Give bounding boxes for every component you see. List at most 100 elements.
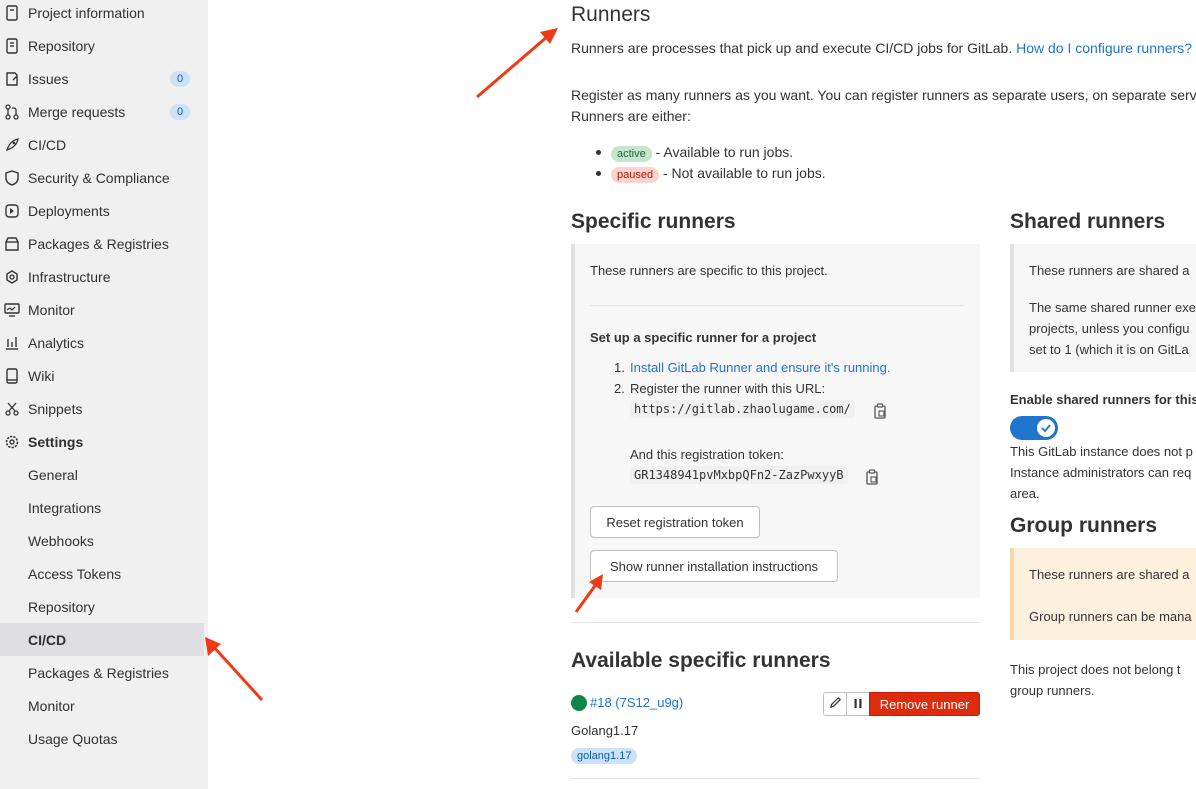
rocket-icon: [4, 137, 20, 153]
shared-note-1: This GitLab instance does not p: [1010, 444, 1193, 459]
arrow-to-runners-title: [476, 28, 558, 99]
sidebar-item-label: Wiki: [28, 367, 55, 384]
sidebar-item-label: Security & Compliance: [28, 169, 170, 186]
sidebar-item-label: Issues: [28, 70, 69, 87]
merge-icon: [4, 103, 20, 120]
sidebar-item-label: CI/CD: [28, 136, 67, 153]
sidebar: Project information Repository Issues 0 …: [0, 0, 208, 789]
registration-url: https://gitlab.zhaolugame.com/: [630, 400, 855, 418]
group-note-1: This project does not belong t: [1010, 662, 1181, 677]
status-paused-item: paused - Not available to run jobs.: [611, 163, 826, 183]
status-active-desc: - Available to run jobs.: [655, 144, 794, 160]
sidebar-item-cicd[interactable]: CI/CD: [0, 128, 208, 161]
info-icon: [4, 4, 20, 21]
install-runner-link[interactable]: Install GitLab Runner and ensure it's ru…: [630, 358, 890, 378]
sidebar-item-label: Infrastructure: [28, 268, 111, 285]
package-icon: [4, 236, 20, 252]
group-note-2: group runners.: [1010, 683, 1095, 698]
sidebar-item-merge-requests[interactable]: Merge requests 0: [0, 95, 208, 128]
sidebar-item-project-information[interactable]: Project information: [0, 0, 208, 29]
shared-p1: These runners are shared a: [1029, 263, 1190, 278]
shared-note-2: Instance administrators can req: [1010, 465, 1192, 480]
book-icon: [4, 367, 20, 384]
specific-desc: These runners are specific to this proje…: [590, 263, 828, 278]
step-2-text: Register the runner with this URL:: [630, 381, 826, 396]
registration-token-code: GR1348941pvMxbpQFn2-ZazPwxyyB: [630, 466, 848, 484]
shared-runners-heading: Shared runners: [1010, 210, 1166, 233]
runners-intro: Runners are processes that pick up and e…: [571, 38, 1192, 58]
sidebar-item-infrastructure[interactable]: Infrastructure: [0, 260, 208, 293]
sidebar-item-label: Merge requests: [28, 103, 126, 120]
sidebar-item-settings[interactable]: Settings: [0, 425, 208, 458]
runners-intro-text: Runners are processes that pick up and e…: [571, 40, 1013, 56]
settings-sub-monitor[interactable]: Monitor: [0, 689, 204, 722]
sidebar-item-snippets[interactable]: Snippets: [0, 392, 208, 425]
sidebar-item-label: Repository: [28, 37, 95, 54]
sidebar-item-wiki[interactable]: Wiki: [0, 359, 208, 392]
arrow-to-cicd-sub: [205, 637, 264, 702]
sidebar-item-issues[interactable]: Issues 0: [0, 62, 208, 95]
sidebar-item-label: Settings: [28, 433, 84, 450]
settings-sub-general[interactable]: General: [0, 458, 204, 491]
settings-sub-webhooks[interactable]: Webhooks: [0, 524, 204, 557]
sidebar-item-monitor[interactable]: Monitor: [0, 293, 208, 326]
settings-sub-packages[interactable]: Packages & Registries: [0, 656, 204, 689]
settings-sub-repository[interactable]: Repository: [0, 590, 204, 623]
sidebar-item-label: Analytics: [28, 334, 85, 351]
step-1-number: 1.: [614, 360, 625, 375]
register-text-1: Register as many runners as you want. Yo…: [571, 87, 1196, 103]
status-paused-desc: - Not available to run jobs.: [662, 165, 826, 181]
edit-runner-button[interactable]: [823, 692, 847, 716]
settings-sub-access-tokens[interactable]: Access Tokens: [0, 557, 204, 590]
reset-token-button[interactable]: Reset registration token: [590, 506, 760, 538]
issues-icon: [4, 71, 20, 87]
pause-icon: [853, 696, 863, 712]
group-runners-heading: Group runners: [1010, 514, 1158, 537]
runner-online-status-icon: [571, 695, 587, 711]
copy-url-icon[interactable]: [873, 403, 887, 424]
deploy-icon: [4, 203, 20, 219]
scissors-icon: [4, 401, 20, 417]
sidebar-item-label: Packages & Registries: [28, 235, 169, 252]
bullet: [596, 171, 601, 176]
settings-sub-usage-quotas[interactable]: Usage Quotas: [0, 722, 204, 755]
pause-runner-button[interactable]: [846, 692, 870, 716]
sidebar-item-label: Monitor: [28, 301, 75, 318]
shield-icon: [4, 169, 20, 186]
settings-sub-integrations[interactable]: Integrations: [0, 491, 204, 524]
sidebar-item-label: Snippets: [28, 400, 83, 417]
show-instructions-button[interactable]: Show runner installation instructions: [590, 550, 838, 582]
enable-shared-runners-toggle[interactable]: [1010, 416, 1058, 440]
divider: [571, 778, 980, 779]
specific-runners-panel: [571, 244, 980, 598]
shared-p2b: projects, unless you configu: [1029, 321, 1190, 336]
settings-sub-cicd[interactable]: CI/CD: [0, 623, 204, 656]
shared-p2c: set to 1 (which it is on GitLa: [1029, 342, 1189, 357]
sidebar-item-repository[interactable]: Repository: [0, 29, 208, 62]
bullet: [596, 150, 601, 155]
sidebar-item-packages[interactable]: Packages & Registries: [0, 227, 208, 260]
sidebar-item-label: Project information: [28, 4, 145, 21]
configure-runners-link[interactable]: How do I configure runners?: [1016, 40, 1192, 56]
pencil-icon: [829, 696, 842, 712]
divider: [571, 622, 980, 623]
enable-shared-label: Enable shared runners for this: [1010, 392, 1196, 407]
registration-token: GR1348941pvMxbpQFn2-ZazPwxyyB: [630, 466, 848, 484]
remove-runner-button[interactable]: Remove runner: [869, 692, 980, 716]
runner-tag-badge: golang1.17: [571, 748, 638, 764]
registration-url-code: https://gitlab.zhaolugame.com/: [630, 400, 855, 418]
sidebar-item-deployments[interactable]: Deployments: [0, 194, 208, 227]
cloud-gear-icon: [4, 269, 20, 285]
specific-runners-heading: Specific runners: [571, 210, 736, 233]
status-badge-active: active: [611, 146, 652, 162]
group-p2: Group runners can be mana: [1029, 609, 1192, 624]
merge-requests-count-badge: 0: [170, 104, 190, 120]
sidebar-item-security[interactable]: Security & Compliance: [0, 161, 208, 194]
status-badge-paused: paused: [611, 167, 660, 183]
chart-icon: [4, 335, 20, 351]
runner-description: Golang1.17: [571, 723, 639, 738]
sidebar-item-label: Deployments: [28, 202, 110, 219]
runner-link[interactable]: #18 (7S12_u9g): [590, 693, 683, 713]
sidebar-item-analytics[interactable]: Analytics: [0, 326, 208, 359]
copy-token-icon[interactable]: [865, 469, 879, 490]
